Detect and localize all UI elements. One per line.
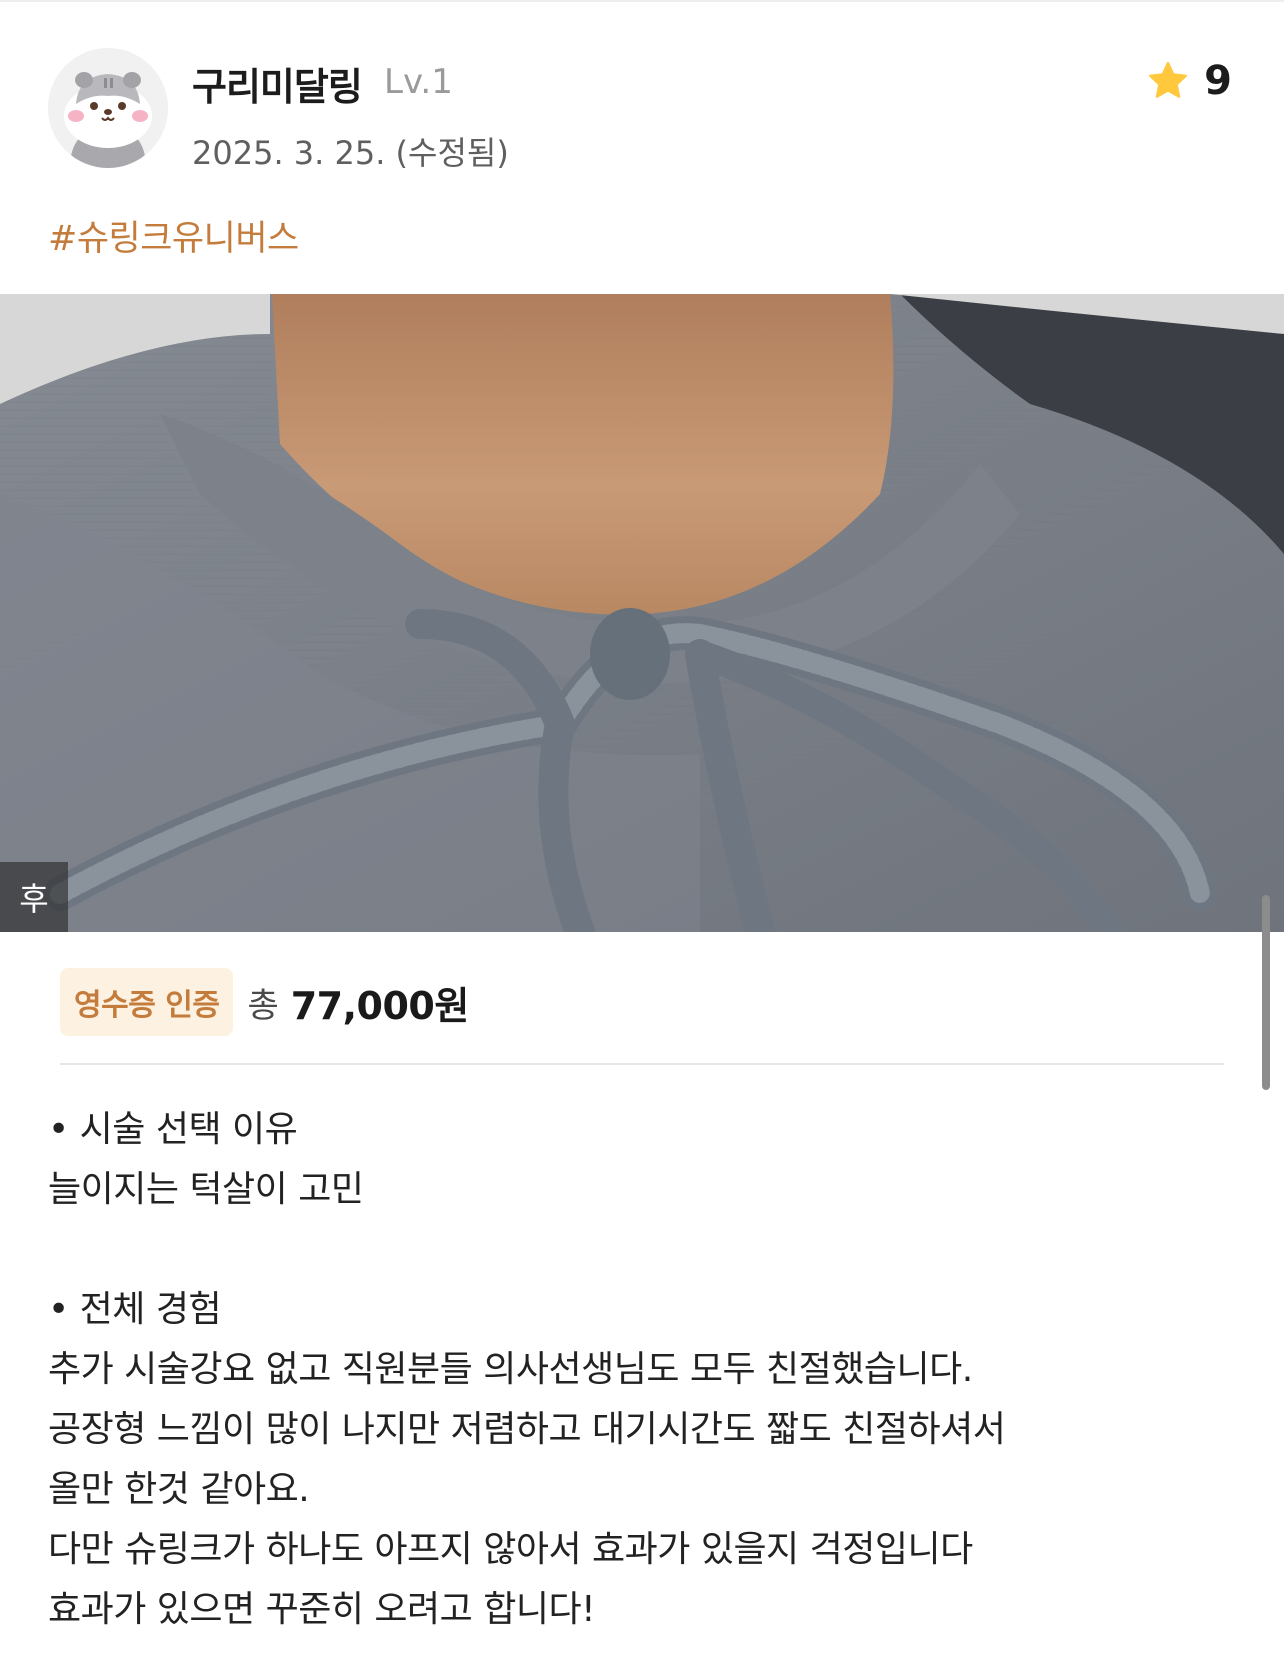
experience-line: 다만 슈링크가 하나도 아프지 않아서 효과가 있을지 걱정입니다 (48, 1529, 973, 1570)
total-amount: 77,000원 (290, 983, 470, 1028)
user-name[interactable]: 구리미달링 (192, 56, 363, 111)
divider (60, 1063, 1224, 1065)
experience-line: 공장형 느낌이 많이 나지만 저렴하고 대기시간도 짧도 친절하셔서 (48, 1409, 1006, 1450)
receipt-verified-badge: 영수증 인증 (60, 968, 234, 1036)
review-photo[interactable]: 후 (0, 294, 1284, 932)
review-text: • 시술 선택 이유 늘이지는 턱살이 고민 • 전체 경험 추가 시술강요 없… (48, 1100, 1228, 1640)
experience-line: 효과가 있으면 꾸준히 오려고 합니다! (48, 1589, 596, 1630)
star-icon (1149, 61, 1188, 98)
rating: 9 (1146, 58, 1232, 104)
after-badge: 후 (0, 862, 68, 932)
experience-line: 추가 시술강요 없고 직원분들 의사선생님도 모두 친절했습니다. (48, 1349, 973, 1390)
section-title-experience: • 전체 경험 (48, 1289, 222, 1330)
rating-value: 9 (1204, 58, 1232, 104)
top-divider (0, 0, 1284, 2)
receipt-row: 영수증 인증 총 77,000원 (60, 968, 469, 1036)
total-label: 총 (247, 985, 279, 1026)
experience-line: 올만 한것 같아요. (48, 1469, 310, 1510)
section-body-reason: 늘이지는 턱살이 고민 (48, 1169, 364, 1210)
hashtag-link[interactable]: #슈링크유니버스 (48, 210, 299, 261)
hamster-avatar-icon (48, 48, 168, 168)
avatar[interactable] (48, 48, 168, 168)
scrollbar[interactable] (1262, 895, 1270, 1090)
user-level: Lv.1 (384, 62, 453, 102)
photo-image (0, 294, 1284, 932)
section-title-reason: • 시술 선택 이유 (48, 1109, 298, 1150)
post-date: 2025. 3. 25. (수정됨) (192, 134, 509, 172)
